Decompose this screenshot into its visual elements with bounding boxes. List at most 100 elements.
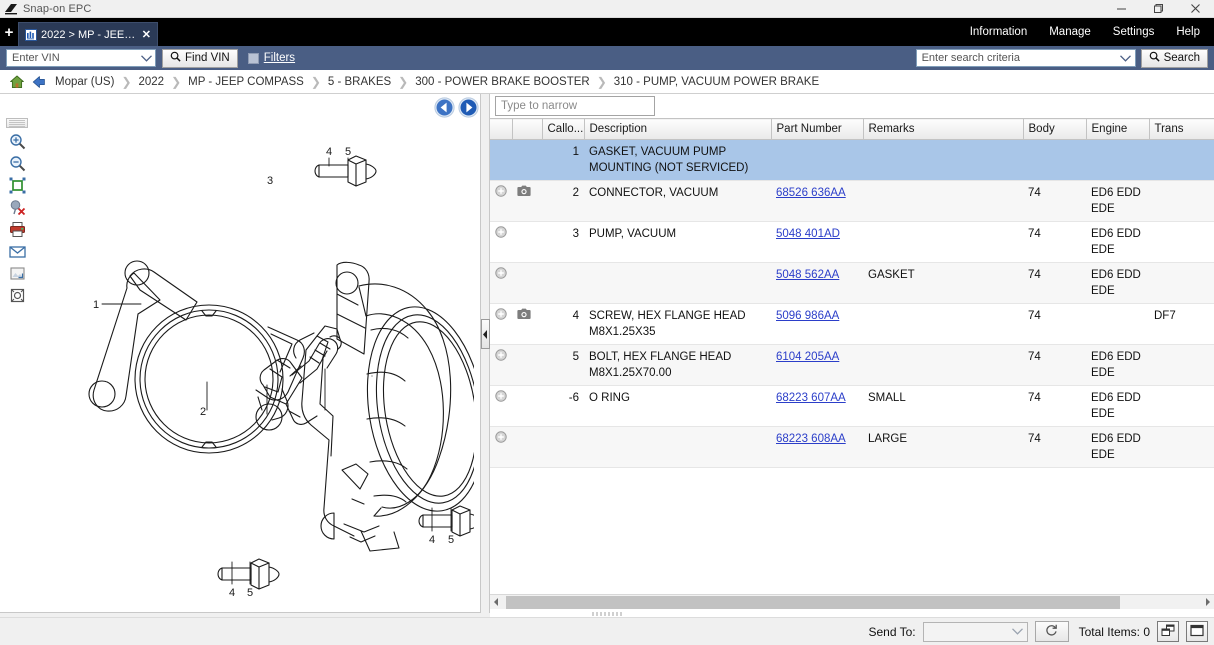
document-tab[interactable]: 2022 > MP - JEEP COM... ✕ <box>18 22 158 46</box>
cell-engine <box>1086 140 1149 181</box>
hscroll-track[interactable] <box>503 596 1201 609</box>
cell-description: SCREW, HEX FLANGE HEAD M8X1.25X35 <box>584 304 771 345</box>
table-row[interactable]: 3PUMP, VACUUM5048 401AD74ED6 EDD EDE <box>490 222 1214 263</box>
fit-to-window-icon[interactable] <box>7 176 27 194</box>
part-number-link[interactable]: 5048 562AA <box>776 269 839 281</box>
diagram-callout-4: 4 <box>429 534 435 546</box>
forward-arrow-icon[interactable] <box>458 97 479 118</box>
parts-table: Callo... Description Part Number Remarks… <box>490 118 1214 468</box>
part-number-link[interactable]: 68223 607AA <box>776 392 846 404</box>
filters-label[interactable]: Filters <box>264 52 295 64</box>
cell-engine: ED6 EDD EDE <box>1086 222 1149 263</box>
cell-remarks <box>863 140 1023 181</box>
info-circle-icon[interactable] <box>495 390 507 402</box>
part-number-link[interactable]: 5048 401AD <box>776 228 840 240</box>
menu-item-information[interactable]: Information <box>970 26 1028 38</box>
chevron-down-icon[interactable] <box>1009 624 1027 640</box>
search-input[interactable]: Enter search criteria <box>916 49 1136 67</box>
info-circle-icon[interactable] <box>495 267 507 279</box>
breadcrumb-item-5[interactable]: 310 - PUMP, VACUUM POWER BRAKE <box>614 76 819 88</box>
col-header-callout[interactable]: Callo... <box>542 119 584 140</box>
col-header-remarks[interactable]: Remarks <box>863 119 1023 140</box>
filters-checkbox[interactable] <box>248 53 259 64</box>
info-circle-icon[interactable] <box>495 226 507 238</box>
splitter-collapse-handle[interactable] <box>481 319 490 349</box>
col-header-trans[interactable]: Trans <box>1149 119 1214 140</box>
maximize-window-button[interactable] <box>1186 621 1208 642</box>
table-row[interactable]: 4SCREW, HEX FLANGE HEAD M8X1.25X355096 9… <box>490 304 1214 345</box>
menu-item-manage[interactable]: Manage <box>1049 26 1091 38</box>
col-header-description[interactable]: Description <box>584 119 771 140</box>
info-circle-icon[interactable] <box>495 308 507 320</box>
table-row[interactable]: -6O RING68223 607AASMALL74ED6 EDD EDE <box>490 386 1214 427</box>
table-row[interactable]: 2CONNECTOR, VACUUM68526 636AA74ED6 EDD E… <box>490 181 1214 222</box>
col-header-body[interactable]: Body <box>1023 119 1086 140</box>
maximize-restore-button[interactable] <box>1140 0 1177 18</box>
back-arrow-icon[interactable] <box>31 74 47 90</box>
table-row[interactable]: 1GASKET, VACUUM PUMP MOUNTING (NOT SERVI… <box>490 140 1214 181</box>
send-to-refresh-button[interactable] <box>1035 621 1069 642</box>
camera-icon[interactable] <box>517 185 529 197</box>
part-number-link[interactable]: 5096 986AA <box>776 310 839 322</box>
back-arrow-icon[interactable] <box>434 97 455 118</box>
parts-table-hscrollbar[interactable] <box>490 594 1214 609</box>
breadcrumb-item-0[interactable]: Mopar (US) <box>55 76 114 88</box>
application-window: Snap-on EPC + <box>0 0 1214 645</box>
close-button[interactable] <box>1177 0 1214 18</box>
info-circle-icon[interactable] <box>495 349 507 361</box>
clear-hotspot-icon[interactable] <box>7 198 27 216</box>
col-header-icon2[interactable] <box>512 119 542 140</box>
table-row[interactable]: 5BOLT, HEX FLANGE HEAD M8X1.25X70.006104… <box>490 345 1214 386</box>
breadcrumb-item-1[interactable]: 2022 <box>139 76 165 88</box>
part-number-link[interactable]: 68223 608AA <box>776 433 846 445</box>
cell-part-number: 5048 562AA <box>771 263 863 304</box>
breadcrumb-item-4[interactable]: 300 - POWER BRAKE BOOSTER <box>415 76 589 88</box>
thumbnail-icon[interactable] <box>7 264 27 282</box>
toolbar-drag-handle[interactable] <box>6 118 28 128</box>
cell-callout: 2 <box>542 181 584 222</box>
col-header-icon1[interactable] <box>490 119 512 140</box>
breadcrumb-item-3[interactable]: 5 - BRAKES <box>328 76 391 88</box>
menu-item-settings[interactable]: Settings <box>1113 26 1155 38</box>
menu-item-help[interactable]: Help <box>1176 26 1200 38</box>
filters-toggle[interactable]: Filters <box>248 52 295 64</box>
chevron-down-icon[interactable] <box>137 50 155 66</box>
find-vin-button[interactable]: Find VIN <box>162 49 238 68</box>
info-circle-icon[interactable] <box>495 431 507 443</box>
cascade-windows-button[interactable] <box>1157 621 1179 642</box>
vin-input[interactable]: Enter VIN <box>6 49 156 67</box>
email-icon[interactable] <box>7 242 27 260</box>
chevron-down-icon[interactable] <box>1117 50 1135 66</box>
hscroll-thumb[interactable] <box>506 596 1120 609</box>
search-button[interactable]: Search <box>1141 49 1208 68</box>
panel-splitter[interactable] <box>481 94 490 613</box>
breadcrumb-item-2[interactable]: MP - JEEP COMPASS <box>188 76 304 88</box>
col-header-engine[interactable]: Engine <box>1086 119 1149 140</box>
table-row[interactable]: 68223 608AALARGE74ED6 EDD EDE <box>490 427 1214 468</box>
print-icon[interactable] <box>7 220 27 238</box>
scroll-left-icon[interactable] <box>490 596 503 609</box>
document-tab-close-icon[interactable]: ✕ <box>140 28 153 41</box>
camera-icon[interactable] <box>517 308 529 320</box>
zoom-out-icon[interactable] <box>7 154 27 172</box>
scroll-right-icon[interactable] <box>1201 596 1214 609</box>
image-frame-icon[interactable] <box>7 286 27 304</box>
cell-part-number: 68223 607AA <box>771 386 863 427</box>
table-row[interactable]: 5048 562AAGASKET74ED6 EDD EDE <box>490 263 1214 304</box>
illustration-panel: 1 2 3 4 5 4 5 4 5 <box>0 94 481 613</box>
home-icon[interactable] <box>9 74 25 90</box>
col-header-part-number[interactable]: Part Number <box>771 119 863 140</box>
cell-trans <box>1149 386 1214 427</box>
part-number-link[interactable]: 6104 205AA <box>776 351 839 363</box>
zoom-in-icon[interactable] <box>7 132 27 150</box>
info-circle-icon[interactable] <box>495 185 507 197</box>
send-to-select[interactable] <box>923 622 1028 642</box>
cell-remarks <box>863 304 1023 345</box>
row-camera-icon <box>512 222 542 263</box>
parts-diagram[interactable]: 1 2 3 4 5 4 5 4 5 <box>34 104 474 604</box>
new-tab-button[interactable]: + <box>0 18 18 46</box>
narrow-filter-input[interactable]: Type to narrow <box>495 96 655 116</box>
part-number-link[interactable]: 68526 636AA <box>776 187 846 199</box>
minimize-button[interactable] <box>1103 0 1140 18</box>
status-bar: Send To: Total Items: 0 <box>0 617 1214 645</box>
